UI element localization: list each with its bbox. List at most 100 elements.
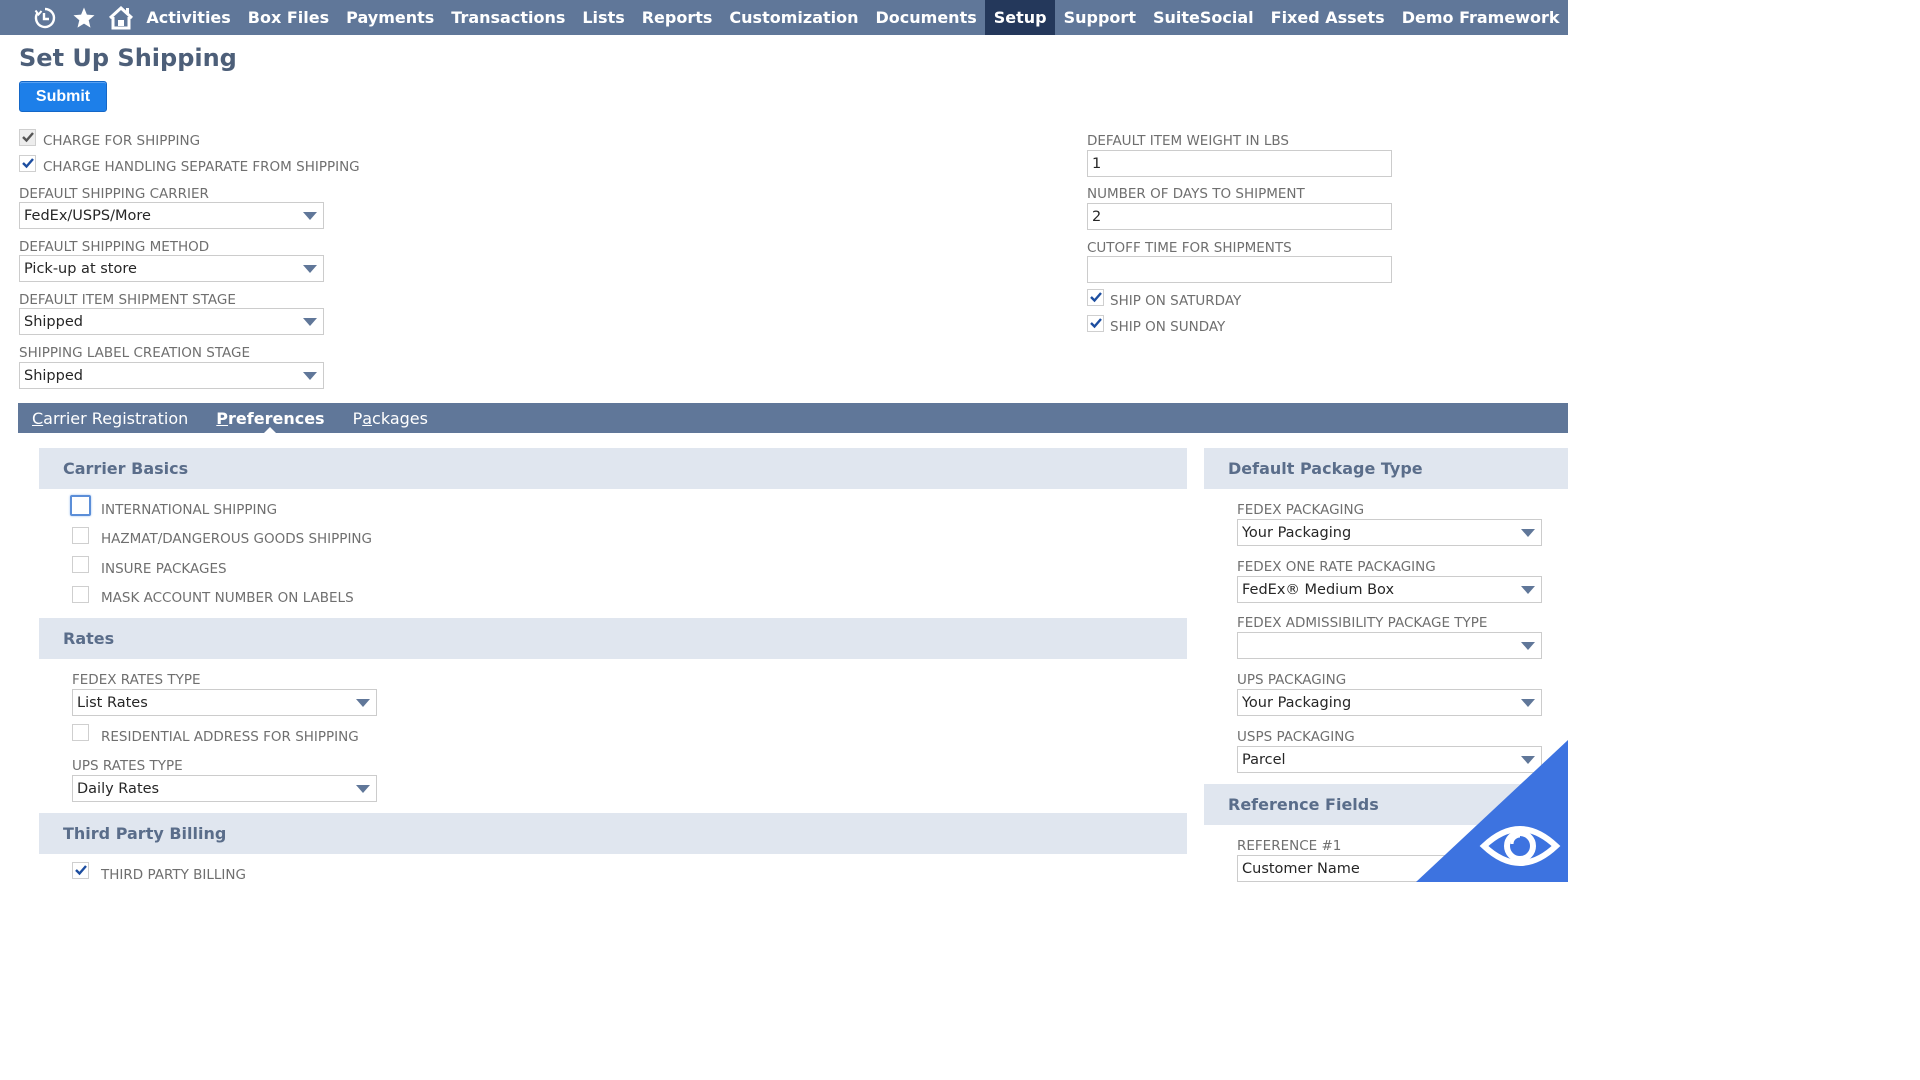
dropdown-arrow-icon	[356, 785, 370, 793]
page-title: Set Up Shipping	[19, 44, 237, 72]
home-icon	[109, 5, 134, 29]
third-party-billing-title: Third Party Billing	[63, 824, 227, 843]
checkmark-icon	[22, 132, 34, 143]
fedex-packaging-value: Your Packaging	[1242, 524, 1352, 541]
nav-demo-framework[interactable]: Demo Framework	[1393, 0, 1568, 35]
nav-payments[interactable]: Payments	[338, 0, 443, 35]
nav-documents[interactable]: Documents	[867, 0, 985, 35]
nav-fixed-assets[interactable]: Fixed Assets	[1262, 0, 1393, 35]
cutoff-time-input[interactable]	[1087, 256, 1392, 283]
ups-packaging-value: Your Packaging	[1242, 694, 1352, 711]
label-creation-stage-value: Shipped	[24, 367, 83, 384]
top-nav: Activities Box Files Payments Transactio…	[0, 0, 1568, 35]
label-creation-stage-select[interactable]: Shipped	[19, 362, 324, 389]
ups-rates-type-value: Daily Rates	[77, 780, 160, 797]
submit-button[interactable]: Submit	[19, 81, 107, 112]
nav-activities[interactable]: Activities	[138, 0, 239, 35]
reference-1-label: REFERENCE #1	[1237, 838, 1342, 854]
nav-support[interactable]: Support	[1055, 0, 1144, 35]
default-method-select[interactable]: Pick-up at store	[19, 255, 324, 282]
favorites-button[interactable]	[65, 0, 105, 35]
ship-sunday-checkbox[interactable]	[1087, 315, 1104, 332]
days-to-shipment-value: 2	[1092, 208, 1102, 225]
default-package-type-title: Default Package Type	[1228, 459, 1423, 478]
fedex-one-rate-select[interactable]: FedEx® Medium Box	[1237, 576, 1542, 603]
dropdown-arrow-icon	[303, 372, 317, 380]
international-shipping-checkbox[interactable]	[70, 495, 91, 516]
nav-setup[interactable]: Setup	[985, 0, 1056, 35]
eye-overlay-icon	[1416, 740, 1568, 882]
fedex-packaging-label: FEDEX PACKAGING	[1237, 502, 1365, 518]
ship-sunday-label: SHIP ON SUNDAY	[1110, 319, 1226, 335]
fedex-one-rate-label: FEDEX ONE RATE PACKAGING	[1237, 559, 1436, 575]
item-weight-input[interactable]: 1	[1087, 150, 1392, 177]
charge-handling-checkbox[interactable]	[19, 155, 36, 172]
recent-records-button[interactable]	[25, 0, 65, 35]
nav-box-files[interactable]: Box Files	[239, 0, 337, 35]
charge-for-shipping-checkbox[interactable]	[19, 129, 36, 146]
item-shipment-stage-label: DEFAULT ITEM SHIPMENT STAGE	[19, 292, 236, 308]
home-button[interactable]	[104, 0, 138, 35]
fedex-packaging-select[interactable]: Your Packaging	[1237, 519, 1542, 546]
mask-account-label: MASK ACCOUNT NUMBER ON LABELS	[101, 590, 354, 606]
third-party-billing-label: THIRD PARTY BILLING	[101, 867, 246, 883]
dropdown-arrow-icon	[303, 212, 317, 220]
subtab-label-pre: P	[352, 408, 363, 428]
default-carrier-label: DEFAULT SHIPPING CARRIER	[19, 186, 209, 202]
nav-lists[interactable]: Lists	[574, 0, 633, 35]
subtab-carrier-registration[interactable]: Carrier Registration	[18, 403, 202, 433]
insure-packages-label: INSURE PACKAGES	[101, 561, 227, 577]
ship-saturday-checkbox[interactable]	[1087, 289, 1104, 306]
subtab-bar: Carrier Registration Preferences Pa ckage…	[18, 403, 1568, 434]
usps-packaging-value: Parcel	[1242, 751, 1286, 768]
checkmark-icon	[75, 865, 87, 876]
nav-reports[interactable]: Reports	[633, 0, 721, 35]
ship-saturday-label: SHIP ON SATURDAY	[1110, 293, 1242, 309]
subtab-accel-key: a	[362, 408, 373, 428]
checkmark-icon	[22, 158, 34, 169]
third-party-billing-checkbox[interactable]	[72, 862, 89, 879]
days-to-shipment-label: NUMBER OF DAYS TO SHIPMENT	[1087, 186, 1305, 202]
insure-packages-checkbox[interactable]	[72, 556, 89, 573]
reference-fields-title: Reference Fields	[1228, 795, 1379, 814]
page-overlay-widget[interactable]	[1416, 740, 1568, 882]
cutoff-time-label: CUTOFF TIME FOR SHIPMENTS	[1087, 240, 1292, 256]
usps-packaging-label: USPS PACKAGING	[1237, 729, 1355, 745]
ups-rates-type-label: UPS RATES TYPE	[72, 758, 183, 774]
nav-suitesocial[interactable]: SuiteSocial	[1144, 0, 1262, 35]
subtab-packages[interactable]: Pa ckages	[339, 403, 442, 433]
default-carrier-value: FedEx/USPS/More	[24, 207, 151, 224]
fedex-rates-type-value: List Rates	[77, 694, 148, 711]
nav-transactions[interactable]: Transactions	[443, 0, 574, 35]
residential-address-checkbox[interactable]	[72, 724, 89, 741]
ups-rates-type-select[interactable]: Daily Rates	[72, 775, 377, 802]
charge-for-shipping-label: CHARGE FOR SHIPPING	[43, 133, 201, 149]
item-weight-label: DEFAULT ITEM WEIGHT IN LBS	[1087, 133, 1289, 149]
item-shipment-stage-select[interactable]: Shipped	[19, 308, 324, 335]
dropdown-arrow-icon	[1521, 642, 1535, 650]
international-shipping-label: INTERNATIONAL SHIPPING	[101, 502, 278, 518]
dropdown-arrow-icon	[1521, 529, 1535, 537]
default-method-value: Pick-up at store	[24, 260, 137, 277]
fedex-rates-type-select[interactable]: List Rates	[72, 689, 377, 716]
fedex-admissibility-select[interactable]	[1237, 632, 1542, 659]
mask-account-checkbox[interactable]	[72, 586, 89, 603]
charge-handling-label: CHARGE HANDLING SEPARATE FROM SHIPPING	[43, 159, 360, 175]
subtab-accel-key: P	[216, 408, 229, 428]
days-to-shipment-input[interactable]: 2	[1087, 203, 1392, 230]
nav-customization[interactable]: Customization	[721, 0, 867, 35]
dropdown-arrow-icon	[303, 265, 317, 273]
recent-records-icon	[34, 7, 55, 28]
subtab-accel-key: C	[32, 408, 44, 428]
subtab-label: references	[228, 408, 325, 428]
fedex-one-rate-value: FedEx® Medium Box	[1242, 581, 1395, 598]
rates-header: Rates	[39, 618, 1187, 659]
hazmat-checkbox[interactable]	[72, 527, 89, 544]
subtab-preferences[interactable]: Preferences	[202, 403, 338, 434]
fedex-rates-type-label: FEDEX RATES TYPE	[72, 672, 201, 688]
carrier-basics-title: Carrier Basics	[63, 459, 189, 478]
ups-packaging-select[interactable]: Your Packaging	[1237, 689, 1542, 716]
favorites-star-icon	[73, 7, 95, 28]
default-method-label: DEFAULT SHIPPING METHOD	[19, 239, 210, 255]
default-carrier-select[interactable]: FedEx/USPS/More	[19, 202, 324, 229]
